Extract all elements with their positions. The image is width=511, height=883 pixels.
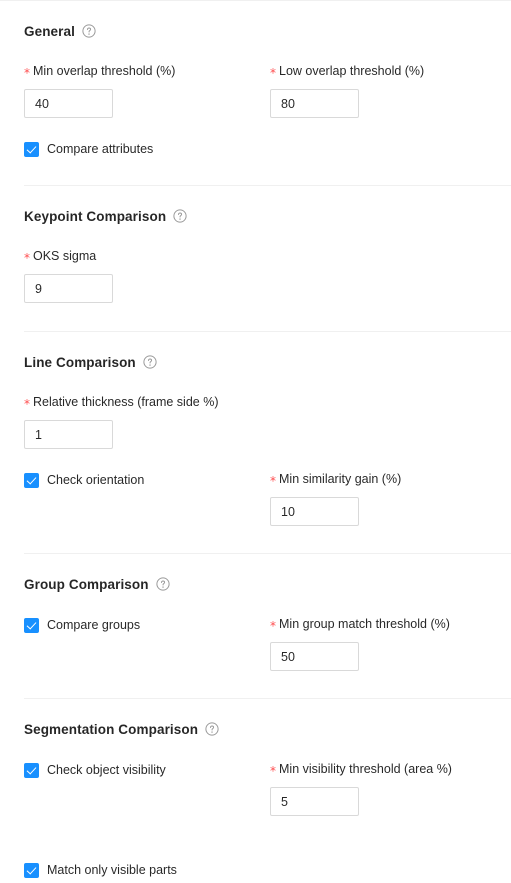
section-general: General * Min overlap threshold (%) 40 *… [0, 20, 511, 158]
checkbox-match-only-visible-parts[interactable]: Match only visible parts [24, 861, 499, 879]
section-keypoint-comparison: Keypoint Comparison * OKS sigma [0, 205, 511, 303]
input-min-similarity-gain[interactable] [270, 497, 359, 526]
field-label-low-overlap-threshold: * Low overlap threshold (%) [270, 63, 494, 79]
checkbox-col-check-object-visibility: Check object visibility [24, 761, 259, 779]
checkbox-check-orientation[interactable]: Check orientation [24, 471, 259, 489]
section-title-group-comparison: Group Comparison [24, 576, 149, 592]
field-label-min-group-match-threshold: * Min group match threshold (%) [270, 616, 494, 632]
section-title-keypoint-comparison: Keypoint Comparison [24, 208, 167, 224]
field-min-overlap-threshold: * Min overlap threshold (%) [24, 63, 259, 118]
input-oks-sigma[interactable] [24, 274, 113, 303]
field-label-min-overlap-threshold: * Min overlap threshold (%) [24, 63, 259, 79]
field-low-overlap-threshold: * Low overlap threshold (%) [259, 63, 494, 118]
section-header-keypoint-comparison: Keypoint Comparison [24, 205, 499, 227]
required-marker: * [270, 619, 276, 633]
section-title-line-comparison: Line Comparison [24, 354, 136, 370]
label-text: Min group match threshold (%) [279, 617, 450, 631]
checkbox-label-compare-attributes[interactable]: Compare attributes [47, 141, 153, 157]
section-header-line-comparison: Line Comparison [24, 351, 499, 373]
checkbox-compare-attributes[interactable]: Compare attributes [24, 140, 499, 158]
line-fields-row: * Relative thickness (frame side %) [24, 394, 499, 449]
check-icon[interactable] [24, 617, 39, 633]
checkbox-check-object-visibility[interactable]: Check object visibility [24, 761, 259, 779]
checkbox-col-compare-groups: Compare groups [24, 616, 259, 634]
general-fields-row: * Min overlap threshold (%) * Low overla… [24, 63, 499, 118]
checkbox-label-match-only-visible-parts[interactable]: Match only visible parts [47, 862, 177, 878]
checkbox-col-check-orientation: Check orientation [24, 471, 259, 489]
field-relative-thickness: * Relative thickness (frame side %) [24, 394, 259, 449]
question-circle-icon[interactable] [156, 577, 170, 591]
field-label-min-similarity-gain: * Min similarity gain (%) [270, 471, 494, 487]
line-check-row: Check orientation * Min similarity gain … [24, 471, 499, 526]
required-marker: * [270, 66, 276, 80]
required-marker: * [270, 764, 276, 778]
label-text: Min overlap threshold (%) [33, 64, 176, 78]
comparison-settings-form: General * Min overlap threshold (%) 40 *… [0, 0, 511, 879]
input-min-visibility-threshold[interactable] [270, 787, 359, 816]
input-low-overlap-threshold[interactable] [270, 89, 359, 118]
check-icon[interactable] [24, 472, 39, 488]
section-title-segmentation-comparison: Segmentation Comparison [24, 721, 199, 737]
checkbox-label-check-orientation[interactable]: Check orientation [47, 472, 144, 488]
label-text: Low overlap threshold (%) [279, 64, 425, 78]
required-marker: * [270, 474, 276, 488]
input-min-overlap-threshold[interactable] [24, 89, 113, 118]
check-icon[interactable] [24, 762, 39, 778]
required-marker: * [24, 251, 30, 265]
field-min-group-match-threshold: * Min group match threshold (%) [259, 616, 494, 671]
label-text: Min visibility threshold (area %) [279, 762, 452, 776]
input-relative-thickness[interactable] [24, 420, 113, 449]
section-group-comparison: Group Comparison Compare groups * Min gr… [0, 573, 511, 671]
field-min-similarity-gain: * Min similarity gain (%) [259, 471, 494, 526]
group-row: Compare groups * Min group match thresho… [24, 616, 499, 671]
section-title-general: General [24, 23, 75, 39]
section-header-general: General [24, 20, 499, 42]
field-label-min-visibility-threshold: * Min visibility threshold (area %) [270, 761, 494, 777]
section-segmentation-comparison: Segmentation Comparison Check object vis… [0, 718, 511, 879]
checkbox-label-check-object-visibility[interactable]: Check object visibility [47, 762, 166, 778]
question-circle-icon[interactable] [143, 355, 157, 369]
keypoint-fields-row: * OKS sigma [24, 248, 499, 303]
question-circle-icon[interactable] [173, 209, 187, 223]
check-icon[interactable] [24, 141, 39, 157]
required-marker: * [24, 66, 30, 80]
segmentation-row: Check object visibility * Min visibility… [24, 761, 499, 816]
label-text: Relative thickness (frame side %) [33, 395, 219, 409]
question-circle-icon[interactable] [82, 24, 96, 38]
section-header-group-comparison: Group Comparison [24, 573, 499, 595]
label-text: OKS sigma [33, 249, 97, 263]
field-label-relative-thickness: * Relative thickness (frame side %) [24, 394, 259, 410]
question-circle-icon[interactable] [205, 722, 219, 736]
section-header-segmentation-comparison: Segmentation Comparison [24, 718, 499, 740]
section-line-comparison: Line Comparison * Relative thickness (fr… [0, 351, 511, 526]
required-marker: * [24, 397, 30, 411]
checkbox-label-compare-groups[interactable]: Compare groups [47, 617, 140, 633]
label-text: Min similarity gain (%) [279, 472, 402, 486]
input-min-group-match-threshold[interactable] [270, 642, 359, 671]
field-min-visibility-threshold: * Min visibility threshold (area %) [259, 761, 494, 816]
field-label-oks-sigma: * OKS sigma [24, 248, 259, 264]
checkbox-compare-groups[interactable]: Compare groups [24, 616, 259, 634]
check-icon[interactable] [24, 862, 39, 878]
field-oks-sigma: * OKS sigma [24, 248, 259, 303]
